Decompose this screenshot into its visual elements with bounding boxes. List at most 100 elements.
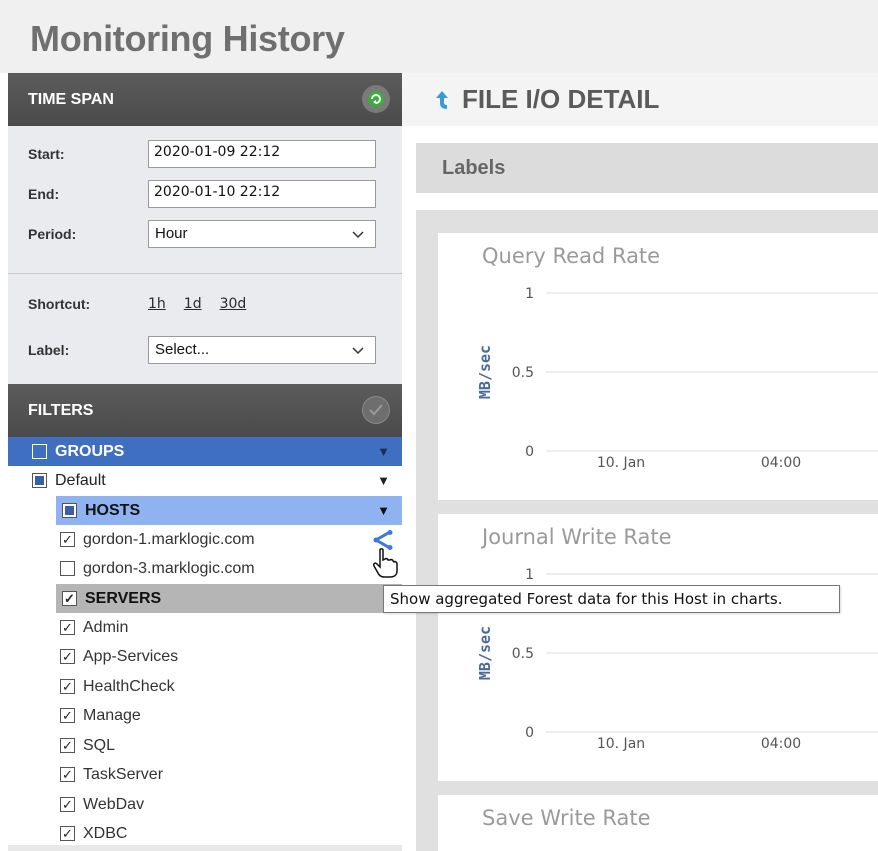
server-name: SQL bbox=[83, 736, 116, 754]
server-name: Admin bbox=[83, 618, 129, 636]
y-tick-label: 0 bbox=[525, 725, 534, 741]
end-input[interactable]: 2020-01-10 22:12 bbox=[148, 180, 376, 208]
period-value: Hour bbox=[155, 225, 188, 242]
refresh-icon[interactable] bbox=[362, 85, 390, 113]
end-label: End: bbox=[28, 186, 60, 202]
server-name: XDBC bbox=[83, 824, 128, 842]
chart: Save Write Rate bbox=[482, 806, 651, 830]
chart-title: Query Read Rate bbox=[482, 244, 660, 268]
host-name: gordon-3.marklogic.com bbox=[83, 559, 255, 577]
default-label: Default bbox=[55, 471, 106, 489]
page-title: Monitoring History bbox=[0, 0, 878, 73]
tooltip: Show aggregated Forest data for this Hos… bbox=[383, 585, 840, 613]
x-tick-label: 04:00 bbox=[761, 736, 801, 752]
label-select[interactable]: Select... bbox=[148, 336, 376, 364]
server-name: TaskServer bbox=[83, 765, 164, 783]
host-checkbox[interactable]: ✓ bbox=[60, 532, 75, 547]
server-checkbox[interactable]: ✓ bbox=[60, 797, 75, 812]
y-tick-label: 0 bbox=[525, 444, 534, 460]
collapse-triangle-icon[interactable]: ▼ bbox=[377, 444, 390, 459]
chevron-down-icon bbox=[352, 231, 364, 239]
server-row[interactable]: ✓ App-Services bbox=[8, 642, 402, 671]
hosts-checkbox[interactable] bbox=[62, 503, 77, 518]
period-select[interactable]: Hour bbox=[148, 220, 376, 248]
label-select-value: Select... bbox=[155, 341, 210, 358]
x-tick-label: 10. Jan bbox=[597, 455, 645, 471]
hosts-label: HOSTS bbox=[85, 501, 141, 519]
groups-label: GROUPS bbox=[55, 442, 125, 460]
y-axis-label: MB/sec bbox=[476, 345, 494, 399]
hosts-row[interactable]: HOSTS ▼ bbox=[56, 496, 402, 525]
default-group-row[interactable]: Default ▼ bbox=[8, 466, 402, 495]
filters-title: FILTERS bbox=[28, 401, 94, 419]
chart-title: Journal Write Rate bbox=[480, 525, 672, 549]
server-name: WebDav bbox=[83, 795, 145, 813]
detail-header: FILE I/O DETAIL bbox=[402, 73, 878, 126]
label-label: Label: bbox=[28, 342, 70, 358]
server-row[interactable]: ✓ TaskServer bbox=[8, 760, 402, 789]
apply-filters-icon[interactable] bbox=[362, 396, 390, 424]
hand-cursor-icon bbox=[373, 548, 398, 578]
server-row[interactable]: ✓ SQL bbox=[8, 731, 402, 760]
y-axis-label: MB/sec bbox=[476, 626, 494, 680]
labels-bar[interactable]: Labels bbox=[416, 143, 878, 193]
server-checkbox[interactable]: ✓ bbox=[60, 679, 75, 694]
default-checkbox[interactable] bbox=[32, 473, 47, 488]
server-row[interactable]: ✓ XDBC bbox=[8, 819, 402, 848]
server-checkbox[interactable]: ✓ bbox=[60, 826, 75, 841]
y-tick-label: 1 bbox=[525, 286, 534, 302]
chart-card: Journal Write Rate 1 0.5 0 MB/sec 10. Jan 04:0… bbox=[438, 514, 878, 781]
charts-area: Query Read Rate 1 0.5 0 MB/sec 10. Jan 04:00 J… bbox=[416, 210, 878, 851]
detail-panel: FILE I/O DETAIL Labels Query Read Rate 1 0… bbox=[402, 73, 878, 851]
server-row[interactable]: ✓ HealthCheck bbox=[8, 672, 402, 701]
back-arrow-icon[interactable] bbox=[432, 89, 452, 111]
server-checkbox[interactable]: ✓ bbox=[60, 620, 75, 635]
servers-row[interactable]: ✓ SERVERS bbox=[56, 584, 402, 613]
shortcut-label: Shortcut: bbox=[28, 296, 91, 312]
detail-title: FILE I/O DETAIL bbox=[462, 84, 660, 114]
server-name: App-Services bbox=[83, 647, 179, 665]
filters-tree: GROUPS ▼ Default ▼ HOSTS ▼ ✓ gordon-1.ma… bbox=[8, 437, 402, 845]
groups-checkbox[interactable] bbox=[32, 444, 47, 459]
server-checkbox[interactable]: ✓ bbox=[60, 649, 75, 664]
x-tick-label: 10. Jan bbox=[597, 736, 645, 752]
groups-row[interactable]: GROUPS ▼ bbox=[8, 437, 402, 466]
filters-header: FILTERS bbox=[8, 384, 402, 437]
collapse-triangle-icon[interactable]: ▼ bbox=[377, 503, 390, 518]
host-name: gordon-1.marklogic.com bbox=[83, 530, 255, 548]
chevron-down-icon bbox=[352, 347, 364, 355]
server-checkbox[interactable]: ✓ bbox=[60, 708, 75, 723]
shortcut-1h-link[interactable]: 1h bbox=[148, 296, 166, 312]
chart-card: Save Write Rate bbox=[438, 795, 878, 851]
start-input[interactable]: 2020-01-09 22:12 bbox=[148, 140, 376, 168]
time-span-form: Start: 2020-01-09 22:12 End: 2020-01-10 … bbox=[8, 126, 402, 274]
chart: Query Read Rate 1 0.5 0 MB/sec 10. Jan 04:00 bbox=[476, 244, 878, 471]
time-span-title: TIME SPAN bbox=[28, 90, 114, 108]
host-row[interactable]: gordon-3.marklogic.com bbox=[8, 554, 402, 583]
server-checkbox[interactable]: ✓ bbox=[60, 738, 75, 753]
x-tick-label: 04:00 bbox=[761, 455, 801, 471]
y-tick-label: 1 bbox=[525, 567, 534, 583]
shortcut-30d-link[interactable]: 30d bbox=[220, 296, 247, 312]
shortcut-form: Shortcut: 1h 1d 30d Label: Select... bbox=[8, 274, 402, 384]
y-tick-label: 0.5 bbox=[512, 646, 534, 662]
servers-label: SERVERS bbox=[85, 589, 162, 607]
servers-checkbox[interactable]: ✓ bbox=[62, 591, 77, 606]
server-name: Manage bbox=[83, 706, 141, 724]
chart-card: Query Read Rate 1 0.5 0 MB/sec 10. Jan 04:00 bbox=[438, 233, 878, 500]
host-row[interactable]: ✓ gordon-1.marklogic.com bbox=[8, 525, 402, 554]
left-panel: TIME SPAN Start: 2020-01-09 22:12 End: 2… bbox=[8, 73, 402, 851]
server-row[interactable]: ✓ Admin bbox=[8, 613, 402, 642]
time-span-header: TIME SPAN bbox=[8, 73, 402, 126]
chart-title: Save Write Rate bbox=[482, 806, 651, 830]
collapse-triangle-icon[interactable]: ▼ bbox=[377, 473, 390, 488]
chart: Journal Write Rate 1 0.5 0 MB/sec 10. Jan 04:0… bbox=[476, 525, 878, 752]
server-name: HealthCheck bbox=[83, 677, 175, 695]
host-checkbox[interactable] bbox=[60, 561, 75, 576]
y-tick-label: 0.5 bbox=[512, 365, 534, 381]
server-checkbox[interactable]: ✓ bbox=[60, 767, 75, 782]
start-label: Start: bbox=[28, 146, 65, 162]
shortcut-1d-link[interactable]: 1d bbox=[184, 296, 202, 312]
server-row[interactable]: ✓ WebDav bbox=[8, 790, 402, 819]
server-row[interactable]: ✓ Manage bbox=[8, 701, 402, 730]
